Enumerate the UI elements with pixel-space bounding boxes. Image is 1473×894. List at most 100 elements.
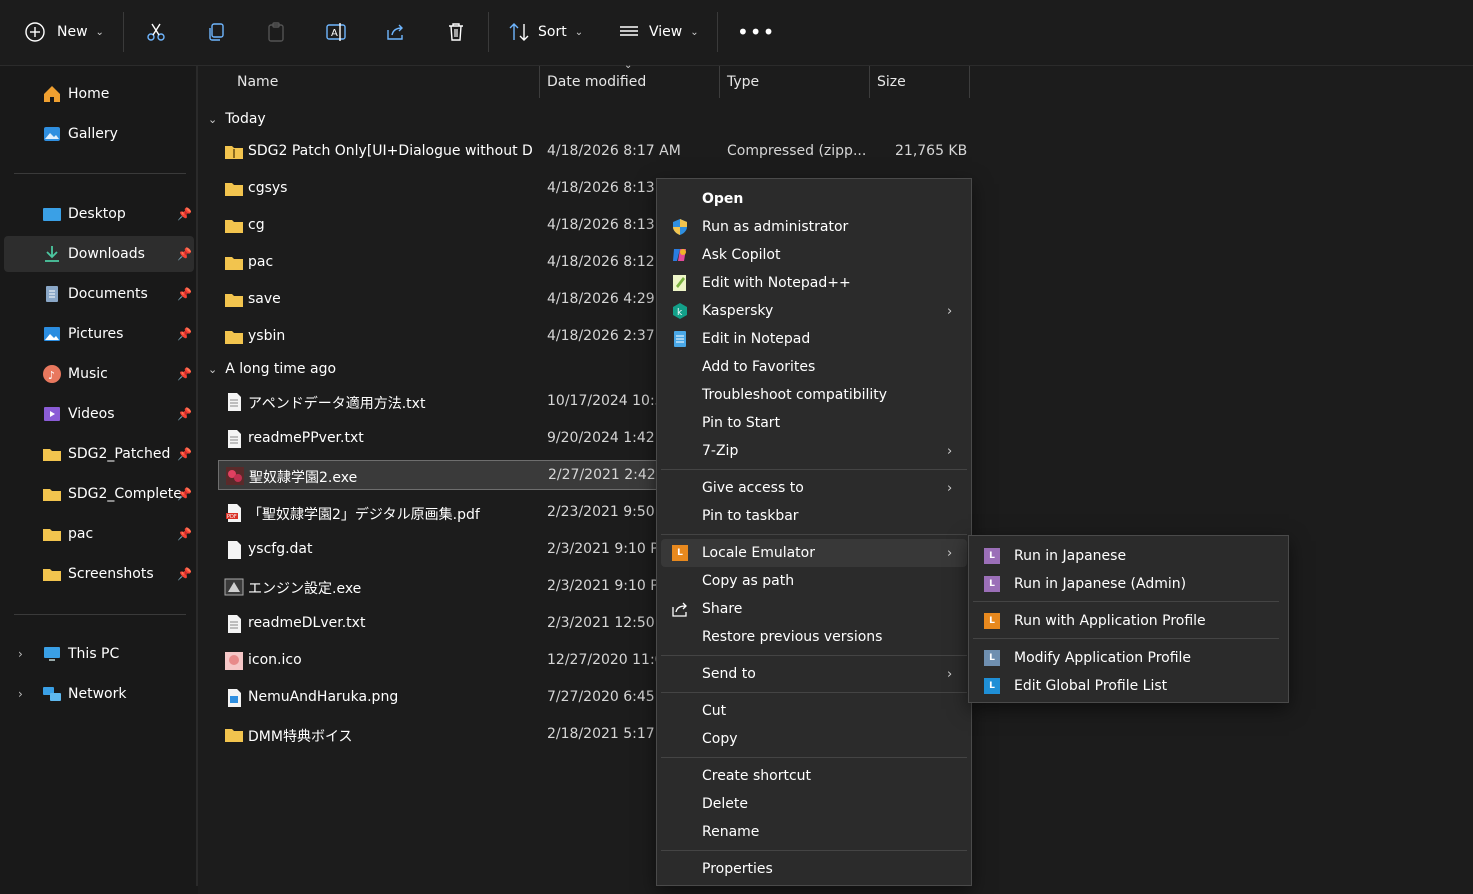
chevron-right-icon[interactable]: ›	[18, 687, 23, 701]
file-row[interactable]: readmeDLver.txt 2/3/2021 12:50 AM	[218, 609, 659, 639]
chevron-right-icon: ›	[947, 480, 953, 496]
nav-item-home[interactable]: Home	[4, 76, 194, 112]
menu-item-copy-path[interactable]: Copy as path	[661, 567, 967, 595]
menu-item-create-shortcut[interactable]: Create shortcut	[661, 762, 967, 790]
nav-item-documents[interactable]: Documents 📌	[4, 276, 194, 312]
share-button[interactable]	[385, 16, 407, 48]
file-row[interactable]: yscfg.dat 2/3/2021 9:10 PM	[218, 535, 659, 565]
file-row[interactable]: cgsys 4/18/2026 8:13 AM	[218, 174, 659, 204]
nav-item-gallery[interactable]: Gallery	[4, 116, 194, 152]
file-row[interactable]: アペンドデータ適用方法.txt 10/17/2024 10:30	[218, 387, 659, 417]
submenu-item-modify-app-profile[interactable]: L Modify Application Profile	[973, 644, 1285, 672]
menu-item-share[interactable]: Share	[661, 595, 967, 623]
nav-item-downloads[interactable]: Downloads 📌	[4, 236, 194, 272]
menu-item-give-access[interactable]: Give access to ›	[661, 474, 967, 502]
notepad-icon	[671, 330, 689, 348]
sort-button[interactable]: Sort ⌄	[508, 16, 583, 48]
nav-item-desktop[interactable]: Desktop 📌	[4, 196, 194, 232]
pin-icon: 📌	[177, 447, 192, 461]
menu-item-send-to[interactable]: Send to ›	[661, 660, 967, 688]
column-divider[interactable]	[969, 66, 970, 98]
menu-item-run-as-admin[interactable]: Run as administrator	[661, 213, 967, 241]
nav-item-screenshots[interactable]: Screenshots 📌	[4, 556, 194, 592]
chevron-down-icon: ⌄	[208, 362, 218, 376]
share-icon	[387, 24, 403, 40]
file-row[interactable]: readmePPver.txt 9/20/2024 1:42 AM	[218, 424, 659, 454]
file-date: 12/27/2020 11:02	[547, 652, 659, 668]
new-button[interactable]: New ⌄	[24, 16, 104, 48]
nav-item-pictures[interactable]: Pictures 📌	[4, 316, 194, 352]
nav-item-music[interactable]: ♪ Music 📌	[4, 356, 194, 392]
file-name: icon.ico	[248, 652, 302, 668]
submenu-item-run-japanese-admin[interactable]: L Run in Japanese (Admin)	[973, 570, 1285, 598]
paste-button[interactable]	[265, 16, 287, 48]
menu-item-copy[interactable]: Copy	[661, 725, 967, 753]
folder-icon	[42, 484, 62, 504]
menu-item-pin-taskbar[interactable]: Pin to taskbar	[661, 502, 967, 530]
column-divider[interactable]	[869, 66, 870, 98]
file-row[interactable]: ysbin 4/18/2026 2:37 AM	[218, 322, 659, 352]
file-row[interactable]: DMM特典ボイス 2/18/2021 5:17 PM	[218, 720, 659, 750]
menu-item-properties[interactable]: Properties	[661, 855, 967, 883]
menu-item-add-favorites[interactable]: Add to Favorites	[661, 353, 967, 381]
menu-item-open[interactable]: Open	[661, 185, 967, 213]
column-header-size[interactable]: Size	[877, 66, 906, 98]
menu-item-pin-start[interactable]: Pin to Start	[661, 409, 967, 437]
desktop-icon	[42, 204, 62, 224]
file-row[interactable]: pac 4/18/2026 8:12 AM	[218, 248, 659, 278]
file-date: 4/18/2026 2:37 AM	[547, 328, 659, 344]
menu-item-cut[interactable]: Cut	[661, 697, 967, 725]
share-icon	[671, 600, 689, 618]
group-header-today[interactable]: ⌄ Today	[208, 104, 266, 134]
file-row[interactable]: cg 4/18/2026 8:13 AM	[218, 211, 659, 241]
menu-item-restore-versions[interactable]: Restore previous versions	[661, 623, 967, 651]
nav-item-sdg2-patched[interactable]: SDG2_Patched 📌	[4, 436, 194, 472]
nav-item-videos[interactable]: Videos 📌	[4, 396, 194, 432]
file-row[interactable]: エンジン設定.exe 2/3/2021 9:10 PM	[218, 572, 659, 602]
menu-separator	[973, 601, 1279, 602]
cut-button[interactable]	[145, 16, 167, 48]
column-header-type[interactable]: Type	[727, 66, 759, 98]
submenu-item-run-japanese[interactable]: L Run in Japanese	[973, 542, 1285, 570]
file-row[interactable]: icon.ico 12/27/2020 11:02	[218, 646, 659, 676]
menu-item-locale-emulator[interactable]: L Locale Emulator ›	[661, 539, 967, 567]
rename-button[interactable]: A	[325, 16, 347, 48]
menu-item-troubleshoot[interactable]: Troubleshoot compatibility	[661, 381, 967, 409]
file-row[interactable]: PDF 「聖奴隷学園2」デジタル原画集.pdf 2/23/2021 9:50 P…	[218, 498, 659, 528]
notepadpp-icon	[671, 274, 689, 292]
nav-item-pac[interactable]: pac 📌	[4, 516, 194, 552]
scissors-icon	[147, 23, 165, 41]
file-size: 21,765 KB	[895, 143, 968, 159]
group-header-long-ago[interactable]: ⌄ A long time ago	[208, 354, 336, 384]
nav-item-this-pc[interactable]: › This PC	[4, 636, 194, 672]
file-row[interactable]: SDG2 Patch Only[UI+Dialogue without D...…	[218, 137, 978, 167]
menu-item-ask-copilot[interactable]: Ask Copilot	[661, 241, 967, 269]
submenu-item-edit-global-profile[interactable]: L Edit Global Profile List	[973, 672, 1285, 700]
folder-icon	[225, 729, 243, 742]
file-row-selected[interactable]: 聖奴隷学園2.exe 2/27/2021 2:42 AM	[218, 460, 660, 490]
menu-item-kaspersky[interactable]: k Kaspersky ›	[661, 297, 967, 325]
file-date: 2/27/2021 2:42 AM	[548, 467, 660, 483]
menu-item-edit-notepad[interactable]: Edit in Notepad	[661, 325, 967, 353]
view-button[interactable]: View ⌄	[618, 16, 699, 48]
submenu-item-run-app-profile[interactable]: L Run with Application Profile	[973, 607, 1285, 635]
column-divider[interactable]	[539, 66, 540, 98]
delete-button[interactable]	[445, 16, 467, 48]
copy-button[interactable]	[205, 16, 227, 48]
menu-item-rename[interactable]: Rename	[661, 818, 967, 846]
chevron-right-icon[interactable]: ›	[18, 647, 23, 661]
more-options-button[interactable]: •••	[737, 16, 775, 48]
menu-item-edit-notepadpp[interactable]: Edit with Notepad++	[661, 269, 967, 297]
nav-item-sdg2-complete[interactable]: SDG2_Complete 📌	[4, 476, 194, 512]
menu-item-7zip[interactable]: 7-Zip ›	[661, 437, 967, 465]
file-row[interactable]: save 4/18/2026 4:29 AM	[218, 285, 659, 315]
column-divider[interactable]	[719, 66, 720, 98]
column-header-name[interactable]: Name	[237, 66, 278, 98]
file-row[interactable]: NemuAndHaruka.png 7/27/2020 6:45 PM	[218, 683, 659, 713]
pin-icon: 📌	[177, 247, 192, 261]
chevron-down-icon: ⌄	[690, 26, 699, 38]
toolbar-divider	[123, 12, 124, 52]
file-name: readmeDLver.txt	[248, 615, 366, 631]
menu-item-delete[interactable]: Delete	[661, 790, 967, 818]
nav-item-network[interactable]: › Network	[4, 676, 194, 712]
